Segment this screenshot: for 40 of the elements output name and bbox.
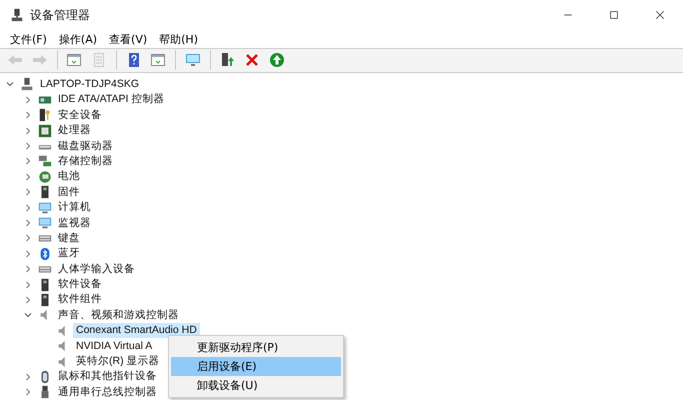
tree-item[interactable]: 声音、视频和游戏控制器	[55, 308, 182, 323]
tree-item[interactable]: 人体学输入设备	[55, 262, 138, 277]
tree-item[interactable]: 处理器	[55, 123, 94, 138]
menu-item[interactable]: 操作(A)	[52, 31, 104, 48]
tree-item[interactable]: 英特尔(R) 显示器	[73, 354, 162, 370]
tree-item[interactable]: Conexant SmartAudio HD	[73, 323, 200, 338]
tree-item[interactable]: 软件组件	[55, 292, 105, 308]
maximize-icon[interactable]	[608, 9, 620, 21]
tree-item[interactable]: 通用串行总线控制器	[55, 384, 160, 400]
tree-item[interactable]: 磁盘驱动器	[55, 138, 116, 154]
menu-item[interactable]: 更新驱动程序(P)	[171, 338, 341, 357]
tree-item[interactable]: 计算机	[55, 200, 94, 216]
tree-item[interactable]: 蓝牙	[55, 246, 83, 262]
storage-controller-icon	[38, 154, 52, 168]
menu-item[interactable]: 帮助(H)	[153, 31, 204, 48]
tree-item[interactable]: 固件	[55, 184, 83, 200]
tree-item[interactable]: IDE ATA/ATAPI 控制器	[55, 92, 168, 108]
tree-item[interactable]: 软件设备	[55, 277, 105, 292]
chip-icon	[38, 124, 52, 138]
menu-item[interactable]: 文件(F)	[4, 31, 53, 48]
tree-item[interactable]: 存储控制器	[55, 154, 116, 169]
computer-icon	[20, 77, 34, 92]
monitor-icon	[38, 216, 52, 230]
menu-item[interactable]: 启用设备(E)	[171, 356, 341, 376]
tree-item[interactable]: 安全设备	[55, 108, 105, 123]
tree-item[interactable]: NVIDIA Virtual A	[73, 338, 156, 354]
battery-icon	[38, 170, 52, 184]
tree-item[interactable]: 监视器	[55, 216, 94, 230]
menu-item[interactable]: 查看(V)	[103, 31, 154, 48]
monitor-icon	[38, 200, 52, 215]
tree-item[interactable]: 鼠标和其他指针设备	[55, 369, 160, 384]
window-title: 设备管理器	[30, 7, 90, 24]
tree-item[interactable]: 键盘	[55, 230, 83, 246]
bluetooth-icon	[38, 246, 52, 261]
computer-icon	[10, 8, 24, 22]
tree-item[interactable]: 电池	[55, 169, 83, 184]
close-icon[interactable]	[654, 9, 666, 21]
key-icon	[38, 108, 52, 122]
menu-item[interactable]: 卸载设备(U)	[171, 376, 341, 395]
tree-item[interactable]: LAPTOP-TDJP4SKG	[37, 76, 142, 92]
